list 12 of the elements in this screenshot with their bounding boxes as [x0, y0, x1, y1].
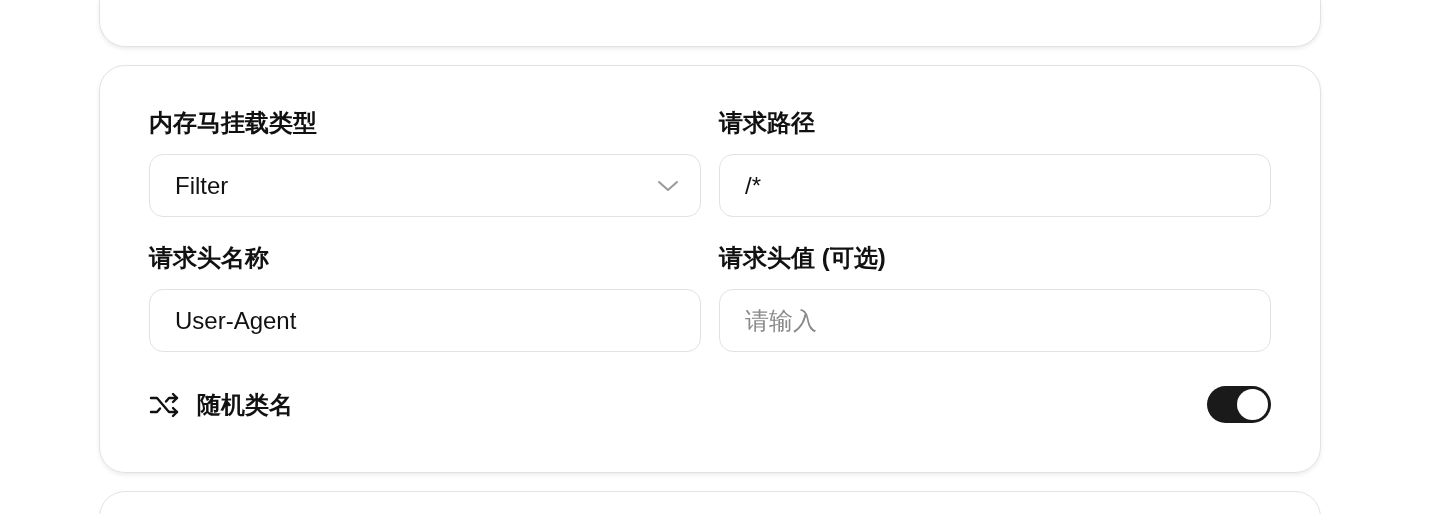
input-field[interactable]: 请输入 [719, 289, 1271, 352]
select-field[interactable]: Filter [149, 154, 701, 217]
chevron-down-icon [657, 178, 679, 193]
field-label: 请求头值 (可选) [719, 245, 887, 271]
toggle-label: 随机类名 [197, 389, 293, 420]
shuffle-icon [149, 390, 181, 419]
input-field[interactable]: User-Agent [149, 289, 701, 352]
field-label: 请求头名称 [149, 245, 270, 271]
toggle-switch[interactable] [1207, 386, 1271, 423]
field-label: 内存马挂载类型 [149, 110, 318, 136]
field-label: 请求路径 [719, 110, 816, 136]
input-field[interactable]: /* [719, 154, 1271, 217]
